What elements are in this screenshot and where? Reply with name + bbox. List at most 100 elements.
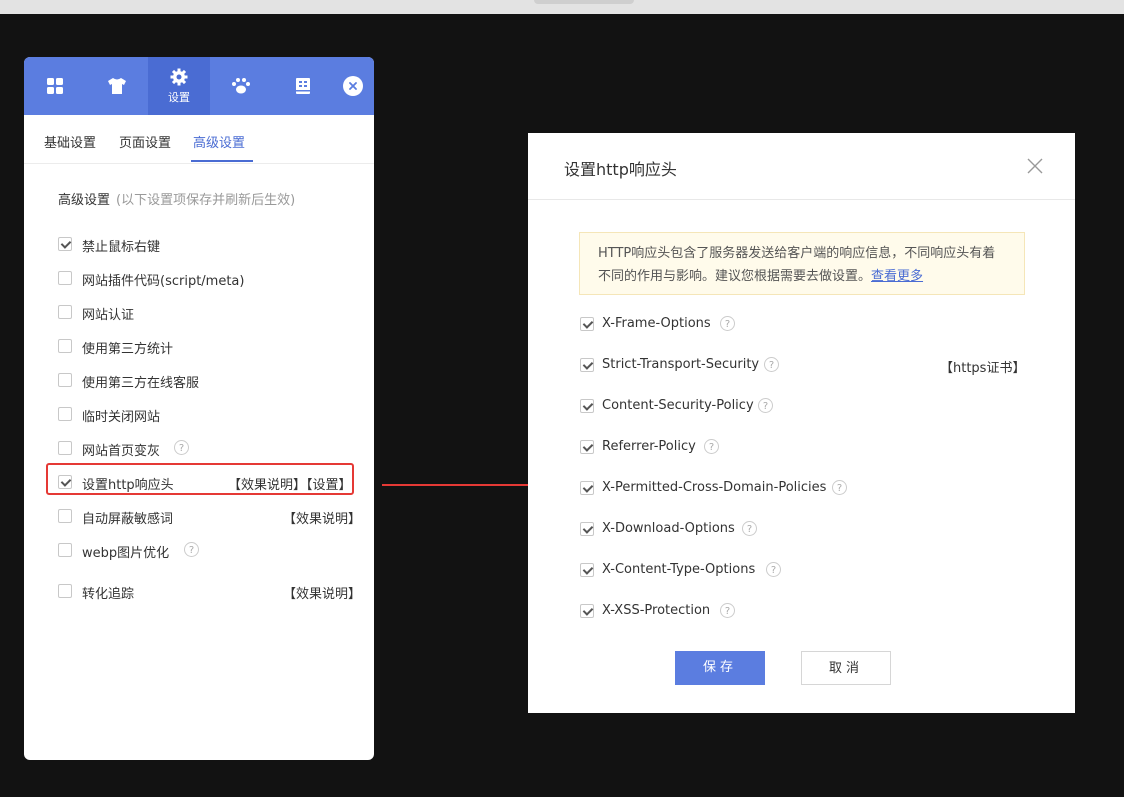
help-icon[interactable]: ? bbox=[704, 439, 719, 454]
setting-row-conversion-tracking[interactable]: 转化追踪 【效果说明】 bbox=[58, 582, 361, 602]
help-icon[interactable]: ? bbox=[174, 440, 189, 455]
tab-layout[interactable] bbox=[24, 57, 86, 115]
help-icon[interactable]: ? bbox=[720, 316, 735, 331]
setting-row-third-party-chat[interactable]: 使用第三方在线客服 bbox=[58, 371, 358, 391]
section-note: (以下设置项保存并刷新后生效) bbox=[116, 193, 296, 208]
setting-row-close-site[interactable]: 临时关闭网站 bbox=[58, 405, 358, 425]
checkbox[interactable] bbox=[580, 481, 594, 495]
header-option-row[interactable]: X-Frame-Options ? bbox=[580, 315, 1030, 335]
subtab-page[interactable]: 页面设置 bbox=[119, 132, 171, 151]
learn-more-link[interactable]: 查看更多 bbox=[871, 269, 923, 284]
setting-row-http-headers[interactable]: 设置http响应头 【效果说明】【设置】 bbox=[58, 473, 358, 493]
gear-icon bbox=[170, 68, 188, 85]
panel-close-button[interactable] bbox=[343, 76, 363, 96]
setting-label: 禁止鼠标右键 bbox=[82, 240, 161, 255]
setting-label: 转化追踪 bbox=[82, 587, 135, 602]
header-option-row[interactable]: Content-Security-Policy ? bbox=[580, 397, 1030, 417]
checkbox[interactable] bbox=[58, 237, 72, 251]
grid-icon bbox=[47, 78, 63, 94]
http-header-links[interactable]: 【效果说明】【设置】 bbox=[228, 474, 352, 493]
header-option-row[interactable]: X-Permitted-Cross-Domain-Policies ? bbox=[580, 479, 1030, 499]
checkbox[interactable] bbox=[58, 339, 72, 353]
browser-tab[interactable] bbox=[534, 0, 634, 4]
header-label: X-Download-Options bbox=[602, 521, 735, 536]
tab-pages[interactable] bbox=[272, 57, 334, 115]
checkbox[interactable] bbox=[58, 543, 72, 557]
header-option-row[interactable]: Strict-Transport-Security ? 【https证书】 bbox=[580, 356, 1030, 376]
tab-theme[interactable] bbox=[86, 57, 148, 115]
header-label: Referrer-Policy bbox=[602, 439, 696, 454]
paw-icon bbox=[232, 78, 250, 94]
tab-settings[interactable]: 设置 bbox=[148, 57, 210, 115]
header-option-row[interactable]: X-Content-Type-Options ? bbox=[580, 561, 1030, 581]
settings-subtabs: 基础设置 页面设置 高级设置 bbox=[24, 115, 374, 164]
close-icon[interactable] bbox=[1026, 157, 1044, 175]
header-option-row[interactable]: X-Download-Options ? bbox=[580, 520, 1030, 540]
help-icon[interactable]: ? bbox=[720, 603, 735, 618]
setting-row-disable-right-click[interactable]: 禁止鼠标右键 bbox=[58, 235, 358, 255]
header-option-row[interactable]: Referrer-Policy ? bbox=[580, 438, 1030, 458]
checkbox[interactable] bbox=[58, 271, 72, 285]
setting-row-third-party-analytics[interactable]: 使用第三方统计 bbox=[58, 337, 358, 357]
dialog-title: 设置http响应头 bbox=[564, 160, 677, 179]
effect-link[interactable]: 【效果说明】 bbox=[283, 508, 361, 527]
checkbox[interactable] bbox=[580, 317, 594, 331]
help-icon[interactable]: ? bbox=[764, 357, 779, 372]
cancel-button[interactable]: 取消 bbox=[801, 651, 891, 685]
header-label: X-Permitted-Cross-Domain-Policies bbox=[602, 480, 827, 495]
setting-row-plugin-code[interactable]: 网站插件代码(script/meta) bbox=[58, 269, 358, 289]
header-option-row[interactable]: X-XSS-Protection ? bbox=[580, 602, 1030, 622]
setting-row-sensitive-words[interactable]: 自动屏蔽敏感词 【效果说明】 bbox=[58, 507, 361, 527]
https-cert-link[interactable]: 【https证书】 bbox=[940, 357, 1025, 376]
help-icon[interactable]: ? bbox=[742, 521, 757, 536]
notice-text: HTTP响应头包含了服务器发送给客户端的响应信息，不同响应头有着不同的作用与影响… bbox=[598, 246, 996, 284]
setting-row-site-verification[interactable]: 网站认证 bbox=[58, 303, 358, 323]
help-icon[interactable]: ? bbox=[832, 480, 847, 495]
checkbox[interactable] bbox=[580, 604, 594, 618]
checkbox[interactable] bbox=[580, 563, 594, 577]
checkbox[interactable] bbox=[580, 399, 594, 413]
checkbox[interactable] bbox=[580, 522, 594, 536]
setting-label: webp图片优化 bbox=[82, 546, 170, 561]
panel-toolbar: 设置 bbox=[24, 57, 374, 115]
checkbox[interactable] bbox=[58, 305, 72, 319]
effect-link[interactable]: 【效果说明】 bbox=[283, 583, 361, 602]
checkbox[interactable] bbox=[580, 358, 594, 372]
help-icon[interactable]: ? bbox=[758, 398, 773, 413]
tab-settings-label: 设置 bbox=[168, 90, 190, 104]
setting-label: 使用第三方在线客服 bbox=[82, 376, 200, 391]
setting-label: 使用第三方统计 bbox=[82, 342, 174, 357]
help-icon[interactable]: ? bbox=[766, 562, 781, 577]
checkbox[interactable] bbox=[58, 407, 72, 421]
header-label: Content-Security-Policy bbox=[602, 398, 754, 413]
book-icon bbox=[296, 78, 310, 94]
browser-top-bar bbox=[0, 0, 1124, 14]
setting-label: 网站插件代码(script/meta) bbox=[82, 274, 245, 289]
active-subtab-indicator bbox=[191, 160, 253, 162]
checkbox[interactable] bbox=[58, 509, 72, 523]
dialog-divider bbox=[528, 199, 1075, 200]
checkbox[interactable] bbox=[580, 440, 594, 454]
header-label: X-XSS-Protection bbox=[602, 603, 711, 618]
setting-label: 网站首页变灰 bbox=[82, 444, 161, 459]
section-title-text: 高级设置 bbox=[58, 193, 111, 208]
settings-panel: 设置 基础设置 页面设置 高级设置 高级设置 (以下设置项保存并刷新后生效) 禁止… bbox=[24, 57, 374, 760]
save-button[interactable]: 保存 bbox=[675, 651, 765, 685]
checkbox[interactable] bbox=[58, 373, 72, 387]
checkbox[interactable] bbox=[58, 584, 72, 598]
checkbox[interactable] bbox=[58, 441, 72, 455]
help-icon[interactable]: ? bbox=[184, 542, 199, 557]
setting-label: 临时关闭网站 bbox=[82, 410, 161, 425]
setting-label: 自动屏蔽敏感词 bbox=[82, 512, 174, 527]
subtab-advanced[interactable]: 高级设置 bbox=[193, 132, 245, 151]
header-label: X-Frame-Options bbox=[602, 316, 711, 331]
close-icon bbox=[349, 82, 357, 90]
checkbox[interactable] bbox=[58, 475, 72, 489]
tab-plugins[interactable] bbox=[210, 57, 272, 115]
setting-label: 网站认证 bbox=[82, 308, 135, 323]
http-headers-dialog: 设置http响应头 HTTP响应头包含了服务器发送给客户端的响应信息，不同响应头… bbox=[528, 133, 1075, 713]
setting-row-webp[interactable]: webp图片优化 ? bbox=[58, 541, 358, 561]
header-label: Strict-Transport-Security bbox=[602, 357, 760, 372]
subtab-basic[interactable]: 基础设置 bbox=[44, 132, 96, 151]
setting-row-grayscale-home[interactable]: 网站首页变灰 ? bbox=[58, 439, 358, 459]
